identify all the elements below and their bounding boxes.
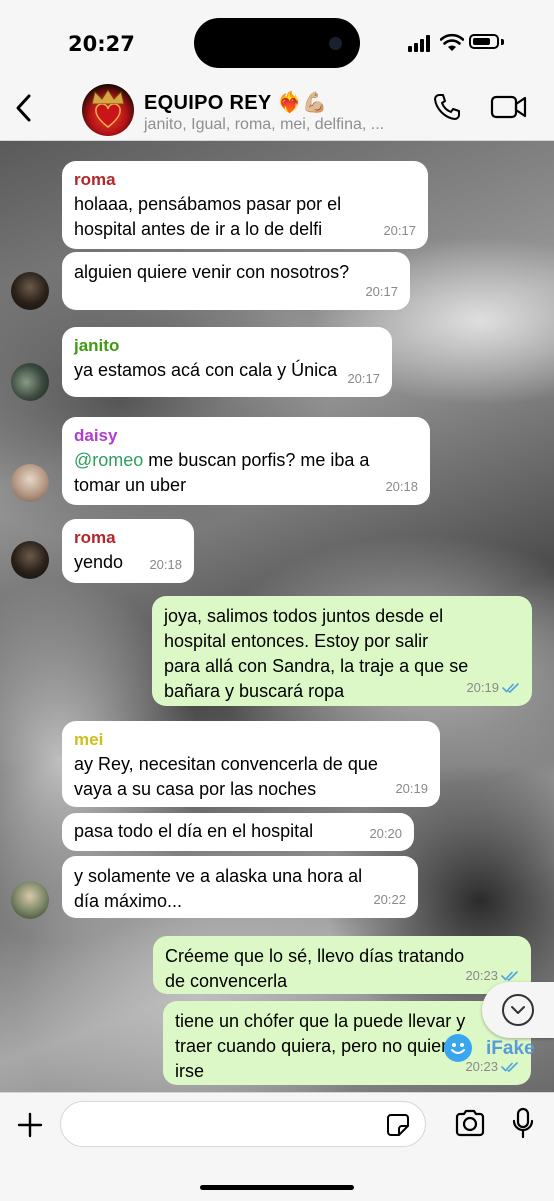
avatar[interactable] (11, 363, 49, 401)
message-time: 20:18 (385, 479, 418, 494)
message-text: pasa todo el día en el hospital (74, 821, 314, 841)
avatar[interactable] (11, 881, 49, 919)
battery-icon (469, 34, 499, 49)
status-time: 20:27 (68, 32, 135, 56)
message-time: 20:18 (149, 557, 182, 572)
sender-name: roma (74, 528, 116, 547)
plus-icon[interactable] (16, 1111, 44, 1139)
chat-area[interactable]: roma holaaa, pensábamos pasar por el hos… (0, 141, 554, 1092)
dynamic-island (194, 18, 360, 68)
message-time: 20:23 (465, 968, 498, 983)
message-bubble-outgoing[interactable]: tiene un chófer que la puede llevar y tr… (163, 1001, 531, 1085)
message-bubble[interactable]: alguien quiere venir con nosotros? 20:17 (62, 252, 410, 310)
message-text: alguien quiere venir con nosotros? (74, 262, 350, 282)
message-bubble[interactable]: janito ya estamos acá con cala y Única 2… (62, 327, 392, 397)
signal-icon (408, 34, 434, 52)
sticker-icon[interactable] (386, 1113, 410, 1137)
avatar[interactable] (11, 464, 49, 502)
group-avatar[interactable] (82, 84, 134, 136)
sender-name: daisy (74, 426, 118, 445)
message-meta: 20:18 (149, 552, 182, 577)
avatar[interactable] (11, 272, 49, 310)
message-time: 20:17 (365, 284, 398, 299)
message-time: 20:19 (395, 781, 428, 796)
message-meta: 20:17 (347, 366, 380, 391)
ifake-logo-icon (444, 1034, 472, 1062)
back-chevron-icon[interactable] (12, 92, 36, 124)
message-bubble[interactable]: pasa todo el día en el hospital 20:20 (62, 813, 414, 851)
mention-link[interactable]: @romeo (74, 450, 143, 470)
scroll-down-icon (502, 994, 534, 1026)
sender-name: mei (74, 730, 104, 749)
avatar[interactable] (11, 541, 49, 579)
message-bubble[interactable]: roma yendo 20:18 (62, 519, 194, 583)
message-time: 20:17 (347, 371, 380, 386)
heart-icon (95, 104, 121, 128)
read-ticks-icon (501, 970, 518, 981)
message-meta: 20:17 (383, 218, 416, 243)
message-bubble[interactable]: daisy @romeo me buscan porfis? me iba a … (62, 417, 430, 505)
message-text: holaaa, pensábamos pasar por el hospital… (74, 194, 342, 239)
chat-title[interactable]: EQUIPO REY ❤️‍🔥💪🏼 (144, 90, 327, 115)
message-time: 20:22 (373, 892, 406, 907)
input-bar (0, 1092, 554, 1201)
message-meta: 20:18 (385, 474, 418, 499)
scroll-down-button[interactable] (482, 982, 554, 1038)
video-camera-icon[interactable] (490, 94, 528, 120)
members-list[interactable]: janito, Igual, roma, mei, delfina, ... (144, 116, 384, 134)
message-text: @romeo me buscan porfis? me iba a tomar … (74, 448, 418, 498)
sender-name: roma (74, 170, 116, 189)
message-meta: 20:17 (365, 279, 398, 304)
group-name: EQUIPO REY (144, 92, 272, 114)
message-meta: 20:20 (369, 821, 402, 846)
message-text: ay Rey, necesitan convencerla de que vay… (74, 754, 378, 799)
message-bubble-outgoing[interactable]: Créeme que lo sé, llevo días tratando de… (153, 936, 531, 994)
microphone-icon[interactable] (512, 1107, 534, 1139)
status-bar: 20:27 (0, 0, 554, 78)
message-bubble[interactable]: roma holaaa, pensábamos pasar por el hos… (62, 161, 428, 249)
read-ticks-icon (502, 682, 519, 693)
message-bubble[interactable]: mei ay Rey, necesitan convencerla de que… (62, 721, 440, 807)
message-meta: 20:22 (373, 887, 406, 912)
message-bubble[interactable]: y solamente ve a alaska una hora al día … (62, 856, 418, 918)
watermark-text: iFake (486, 1038, 535, 1059)
message-bubble-outgoing[interactable]: joya, salimos todos juntos desde el hosp… (152, 596, 532, 706)
camera-icon[interactable] (454, 1109, 486, 1137)
chat-header: EQUIPO REY ❤️‍🔥💪🏼 janito, Igual, roma, m… (0, 78, 554, 141)
home-indicator[interactable] (200, 1185, 354, 1190)
message-time: 20:17 (383, 223, 416, 238)
message-time: 20:19 (466, 680, 499, 695)
message-meta: 20:19 (395, 776, 428, 801)
message-time: 20:20 (369, 826, 402, 841)
wifi-icon (440, 33, 464, 51)
camera-dot (329, 37, 342, 50)
message-meta: 20:19 (466, 675, 520, 700)
message-text: y solamente ve a alaska una hora al día … (74, 866, 363, 911)
read-ticks-icon (501, 1061, 518, 1072)
sender-name: janito (74, 336, 120, 355)
phone-icon[interactable] (432, 92, 462, 122)
message-text: ya estamos acá con cala y Única (74, 360, 338, 380)
title-emoji: ❤️‍🔥💪🏼 (276, 92, 328, 114)
message-input[interactable] (60, 1101, 426, 1147)
